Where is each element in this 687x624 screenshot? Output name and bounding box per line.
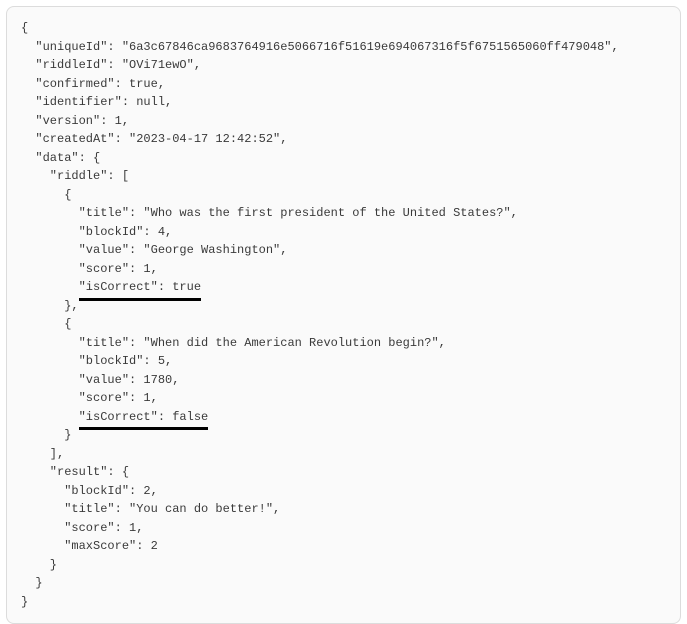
code-line: "confirmed": true, bbox=[21, 75, 666, 94]
code-line: { bbox=[21, 19, 666, 38]
code-line: ], bbox=[21, 445, 666, 464]
code-line: "title": "When did the American Revoluti… bbox=[21, 334, 666, 353]
code-line: }, bbox=[21, 297, 666, 316]
code-line: "value": "George Washington", bbox=[21, 241, 666, 260]
code-line: "result": { bbox=[21, 463, 666, 482]
code-line: "riddle": [ bbox=[21, 167, 666, 186]
code-line: "uniqueId": "6a3c67846ca9683764916e50667… bbox=[21, 38, 666, 57]
code-line: } bbox=[21, 426, 666, 445]
code-line-highlight: "isCorrect": true bbox=[21, 278, 666, 297]
code-line: } bbox=[21, 556, 666, 575]
code-line: "score": 1, bbox=[21, 519, 666, 538]
code-line-highlight: "isCorrect": false bbox=[21, 408, 666, 427]
code-line: "blockId": 2, bbox=[21, 482, 666, 501]
code-line: "data": { bbox=[21, 149, 666, 168]
code-line: "identifier": null, bbox=[21, 93, 666, 112]
code-line: "riddleId": "OVi71ewO", bbox=[21, 56, 666, 75]
code-line: { bbox=[21, 186, 666, 205]
code-line: } bbox=[21, 593, 666, 612]
code-line: "title": "You can do better!", bbox=[21, 500, 666, 519]
code-line: "value": 1780, bbox=[21, 371, 666, 390]
code-line: "title": "Who was the first president of… bbox=[21, 204, 666, 223]
code-line: "createdAt": "2023-04-17 12:42:52", bbox=[21, 130, 666, 149]
code-line: { bbox=[21, 315, 666, 334]
code-line: "score": 1, bbox=[21, 389, 666, 408]
code-line: "version": 1, bbox=[21, 112, 666, 131]
json-code-block: { "uniqueId": "6a3c67846ca9683764916e506… bbox=[6, 6, 681, 624]
code-line: } bbox=[21, 574, 666, 593]
code-line: "blockId": 4, bbox=[21, 223, 666, 242]
code-line: "blockId": 5, bbox=[21, 352, 666, 371]
indent bbox=[21, 280, 79, 294]
code-line: "maxScore": 2 bbox=[21, 537, 666, 556]
code-line: "score": 1, bbox=[21, 260, 666, 279]
indent bbox=[21, 410, 79, 424]
